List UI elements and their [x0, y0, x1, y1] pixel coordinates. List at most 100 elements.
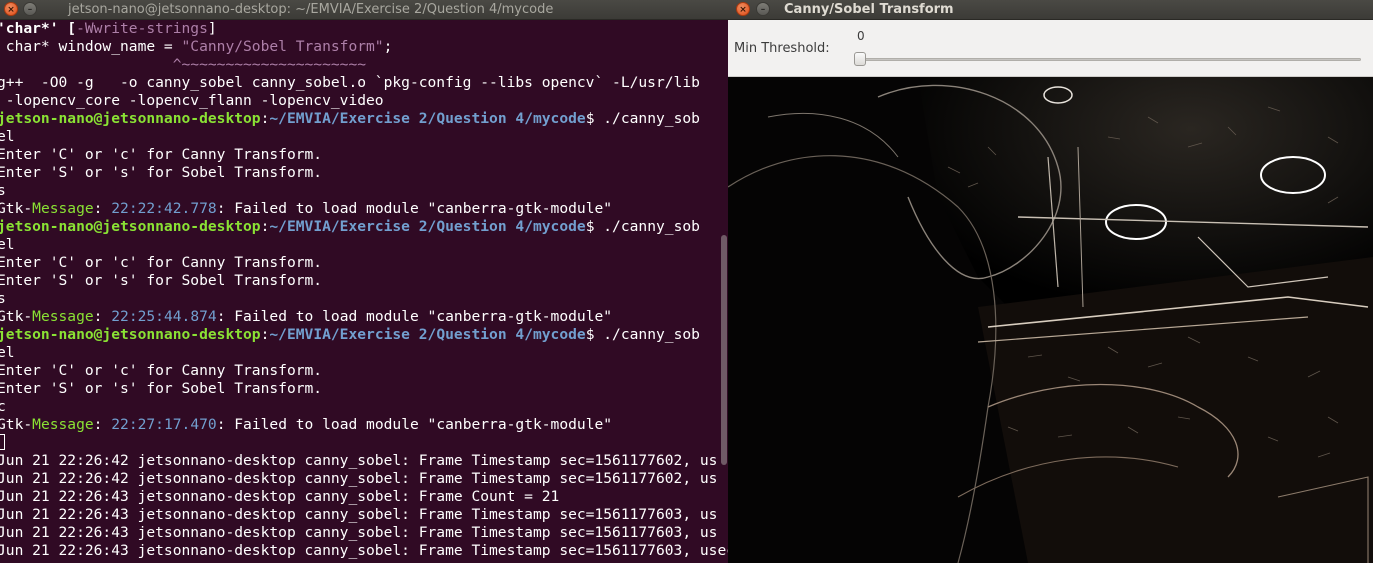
terminal-text-segment: Enter 'S' or 's' for Sobel Transform. — [0, 272, 323, 289]
terminal-text-segment: -Wwrite-strings — [76, 20, 208, 37]
terminal-line: s — [0, 290, 728, 308]
min-threshold-slider-handle[interactable] — [854, 52, 866, 66]
terminal-line: Gtk-Message: 22:27:17.470: Failed to loa… — [0, 416, 728, 434]
terminal-titlebar[interactable]: × – jetson-nano@jetsonnano-desktop: ~/EM… — [0, 0, 728, 20]
terminal-text-segment: Message — [32, 416, 94, 433]
terminal-text-segment: jetson-nano@jetsonnano-desktop — [0, 110, 261, 127]
terminal-text-segment: s — [0, 182, 6, 199]
terminal-line: el — [0, 236, 728, 254]
min-threshold-value: 0 — [857, 29, 865, 43]
terminal-text-segment: ~/EMVIA/Exercise 2/Question 4/mycode — [269, 326, 586, 343]
terminal-close-button[interactable]: × — [4, 2, 18, 16]
terminal-text-segment: jetson-nano@jetsonnano-desktop — [0, 326, 261, 343]
terminal-line: Enter 'C' or 'c' for Canny Transform. — [0, 362, 728, 380]
terminal-text-segment: Gtk- — [0, 200, 33, 217]
min-threshold-label: Min Threshold: — [734, 41, 830, 56]
terminal-text-segment: Enter 'S' or 's' for Sobel Transform. — [0, 164, 323, 181]
terminal-text-segment: Jun 21 22:26:43 jetsonnano-desktop canny… — [0, 542, 728, 559]
terminal-line: c — [0, 398, 728, 416]
terminal-text-segment: $ ./canny_sob — [585, 218, 700, 235]
canny-window-title: Canny/Sobel Transform — [784, 2, 954, 17]
terminal-line: Jun 21 22:26:43 jetsonnano-desktop canny… — [0, 506, 728, 524]
terminal-text-segment: : — [93, 416, 112, 433]
terminal-text-segment: -lopencv_core -lopencv_flann -lopencv_vi… — [0, 92, 384, 109]
terminal-line: Enter 'S' or 's' for Sobel Transform. — [0, 272, 728, 290]
terminal-line: jetson-nano@jetsonnano-desktop:~/EMVIA/E… — [0, 218, 728, 236]
min-threshold-slider-track[interactable] — [856, 58, 1361, 61]
trackbar-panel: Min Threshold: 0 — [728, 20, 1373, 77]
terminal-text-segment: : — [93, 308, 112, 325]
terminal-text-segment: : — [93, 200, 112, 217]
terminal-line: jetson-nano@jetsonnano-desktop:~/EMVIA/E… — [0, 110, 728, 128]
terminal-text-segment: Message — [32, 200, 94, 217]
terminal-text-segment: Gtk- — [0, 308, 33, 325]
terminal-text-segment: : Failed to load module "canberra-gtk-mo… — [216, 416, 613, 433]
terminal-line: Gtk-Message: 22:25:44.874: Failed to loa… — [0, 308, 728, 326]
terminal-text-segment: $ ./canny_sob — [585, 110, 700, 127]
terminal-text-segment: ] — [207, 20, 217, 37]
terminal-line: Enter 'S' or 's' for Sobel Transform. — [0, 380, 728, 398]
terminal-text-segment: 22:27:17.470 — [111, 416, 217, 433]
terminal-text-segment: 22:22:42.778 — [111, 200, 217, 217]
terminal-text-segment: Gtk- — [0, 416, 33, 433]
terminal-text-segment: el — [0, 236, 15, 253]
terminal-scrollbar[interactable] — [721, 235, 727, 465]
terminal-text-segment: Enter 'C' or 'c' for Canny Transform. — [0, 146, 323, 163]
terminal-text-segment: el — [0, 344, 15, 361]
terminal-text-segment: s — [0, 290, 6, 307]
terminal-line: Jun 21 22:26:42 jetsonnano-desktop canny… — [0, 470, 728, 488]
terminal-text-segment: Enter 'S' or 's' for Sobel Transform. — [0, 380, 323, 397]
terminal-line: Jun 21 22:26:42 jetsonnano-desktop canny… — [0, 452, 728, 470]
terminal-cursor — [0, 434, 5, 450]
terminal-line: el — [0, 344, 728, 362]
terminal-line: Jun 21 22:26:43 jetsonnano-desktop canny… — [0, 488, 728, 506]
terminal-text-segment: $ ./canny_sob — [585, 326, 700, 343]
terminal-line: Jun 21 22:26:43 jetsonnano-desktop canny… — [0, 542, 728, 560]
terminal-line: Enter 'S' or 's' for Sobel Transform. — [0, 164, 728, 182]
terminal-text-segment: g++ -O0 -g -o canny_sobel canny_sobel.o … — [0, 74, 700, 91]
terminal-text-segment: 22:25:44.874 — [111, 308, 217, 325]
canny-minimize-button[interactable]: – — [756, 2, 770, 16]
terminal-line: Enter 'C' or 'c' for Canny Transform. — [0, 146, 728, 164]
terminal-line: ^~~~~~~~~~~~~~~~~~~~~~ — [0, 56, 728, 74]
canny-close-button[interactable]: × — [736, 2, 750, 16]
terminal-text-segment: Jun 21 22:26:42 jetsonnano-desktop canny… — [0, 470, 718, 487]
terminal-text-segment: Jun 21 22:26:42 jetsonnano-desktop canny… — [0, 452, 718, 469]
terminal-text-segment: Enter 'C' or 'c' for Canny Transform. — [0, 254, 323, 271]
terminal-text-segment: ; — [383, 38, 393, 55]
terminal-minimize-button[interactable]: – — [23, 2, 37, 16]
terminal-line: char* window_name = "Canny/Sobel Transfo… — [0, 38, 728, 56]
terminal-text-segment: ~/EMVIA/Exercise 2/Question 4/mycode — [269, 110, 586, 127]
terminal-text-segment: jetson-nano@jetsonnano-desktop — [0, 218, 261, 235]
terminal-text-segment: el — [0, 128, 15, 145]
terminal-line: Enter 'C' or 'c' for Canny Transform. — [0, 254, 728, 272]
terminal-text-segment: : Failed to load module "canberra-gtk-mo… — [216, 200, 613, 217]
terminal-line: -lopencv_core -lopencv_flann -lopencv_vi… — [0, 92, 728, 110]
canny-sobel-window: × – Canny/Sobel Transform Min Threshold:… — [728, 0, 1373, 563]
terminal-line: jetson-nano@jetsonnano-desktop:~/EMVIA/E… — [0, 326, 728, 344]
terminal-line: Gtk-Message: 22:22:42.778: Failed to loa… — [0, 200, 728, 218]
terminal-line: 'char*' [-Wwrite-strings] — [0, 20, 728, 38]
terminal-line: g++ -O0 -g -o canny_sobel canny_sobel.o … — [0, 74, 728, 92]
terminal-lines: 'char*' [-Wwrite-strings] char* window_n… — [0, 20, 728, 560]
terminal-text-segment: Jun 21 22:26:43 jetsonnano-desktop canny… — [0, 488, 560, 505]
terminal-line: s — [0, 182, 728, 200]
terminal-text-segment: ~/EMVIA/Exercise 2/Question 4/mycode — [269, 218, 586, 235]
terminal-text-segment: ^~~~~~~~~~~~~~~~~~~~~~ — [0, 56, 367, 73]
terminal-line: el — [0, 128, 728, 146]
terminal-text-segment: Message — [32, 308, 94, 325]
terminal-text-segment: Enter 'C' or 'c' for Canny Transform. — [0, 362, 323, 379]
terminal-line — [0, 434, 728, 452]
edge-detection-image — [728, 77, 1373, 563]
terminal-title: jetson-nano@jetsonnano-desktop: ~/EMVIA/… — [68, 2, 554, 17]
terminal-text-segment: 'char*' [ — [0, 20, 77, 37]
terminal-line: Jun 21 22:26:43 jetsonnano-desktop canny… — [0, 524, 728, 542]
terminal-text-segment: : Failed to load module "canberra-gtk-mo… — [216, 308, 613, 325]
terminal-text-segment: char* window_name = — [0, 38, 182, 55]
terminal-text-segment: c — [0, 398, 6, 415]
terminal-text-segment: "Canny/Sobel Transform" — [181, 38, 384, 55]
canny-window-titlebar[interactable]: × – Canny/Sobel Transform — [728, 0, 1373, 20]
terminal-text-segment: Jun 21 22:26:43 jetsonnano-desktop canny… — [0, 506, 718, 523]
terminal-text-segment: Jun 21 22:26:43 jetsonnano-desktop canny… — [0, 524, 718, 541]
terminal-output[interactable]: 'char*' [-Wwrite-strings] char* window_n… — [0, 20, 728, 563]
